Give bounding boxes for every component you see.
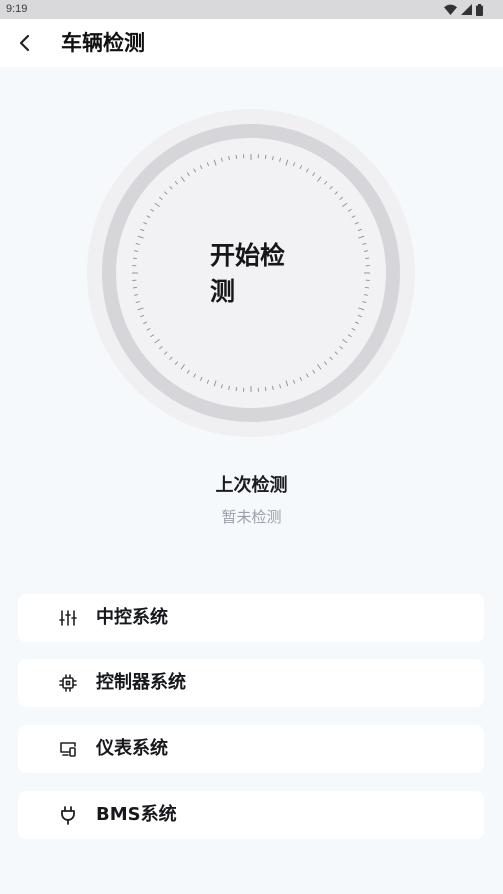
system-card-label: 控制器系统 xyxy=(96,672,186,693)
dial-tick xyxy=(235,154,238,159)
status-time: 9:19 xyxy=(6,3,28,15)
status-icons xyxy=(444,3,483,16)
start-detection-button[interactable]: 开始检测 xyxy=(210,238,300,310)
chip-icon xyxy=(59,674,77,692)
dial-tick xyxy=(365,257,370,260)
back-button[interactable] xyxy=(10,28,40,58)
dial-tick xyxy=(132,286,137,289)
back-arrow-icon xyxy=(19,34,30,52)
system-card-instrument[interactable]: 仪表系统 xyxy=(18,725,484,773)
system-card-label: 中控系统 xyxy=(96,607,168,628)
sliders-icon xyxy=(59,610,77,626)
dial-tick xyxy=(264,387,267,392)
dial-tick xyxy=(235,387,238,392)
display-icon xyxy=(60,742,76,757)
system-card-controller[interactable]: 控制器系统 xyxy=(18,659,484,707)
status-bar: 9:19 xyxy=(0,0,503,19)
dial-tick xyxy=(264,154,267,159)
system-card-label: BMS系统 xyxy=(96,804,177,825)
last-detection-title: 上次检测 xyxy=(215,475,288,496)
system-card-label: 仪表系统 xyxy=(96,738,168,759)
wifi-icon xyxy=(444,4,457,15)
system-card-bms[interactable]: BMS系统 xyxy=(18,791,484,839)
battery-icon xyxy=(476,3,483,16)
dial-tick xyxy=(365,286,370,289)
plug-icon xyxy=(61,806,75,825)
page-title: 车辆检测 xyxy=(61,31,145,55)
last-detection-value: 暂未检测 xyxy=(221,508,282,526)
app-header: 车辆检测 xyxy=(0,19,503,67)
dial-tick xyxy=(132,257,137,260)
system-card-central-control[interactable]: 中控系统 xyxy=(18,594,484,642)
signal-icon xyxy=(461,4,472,15)
